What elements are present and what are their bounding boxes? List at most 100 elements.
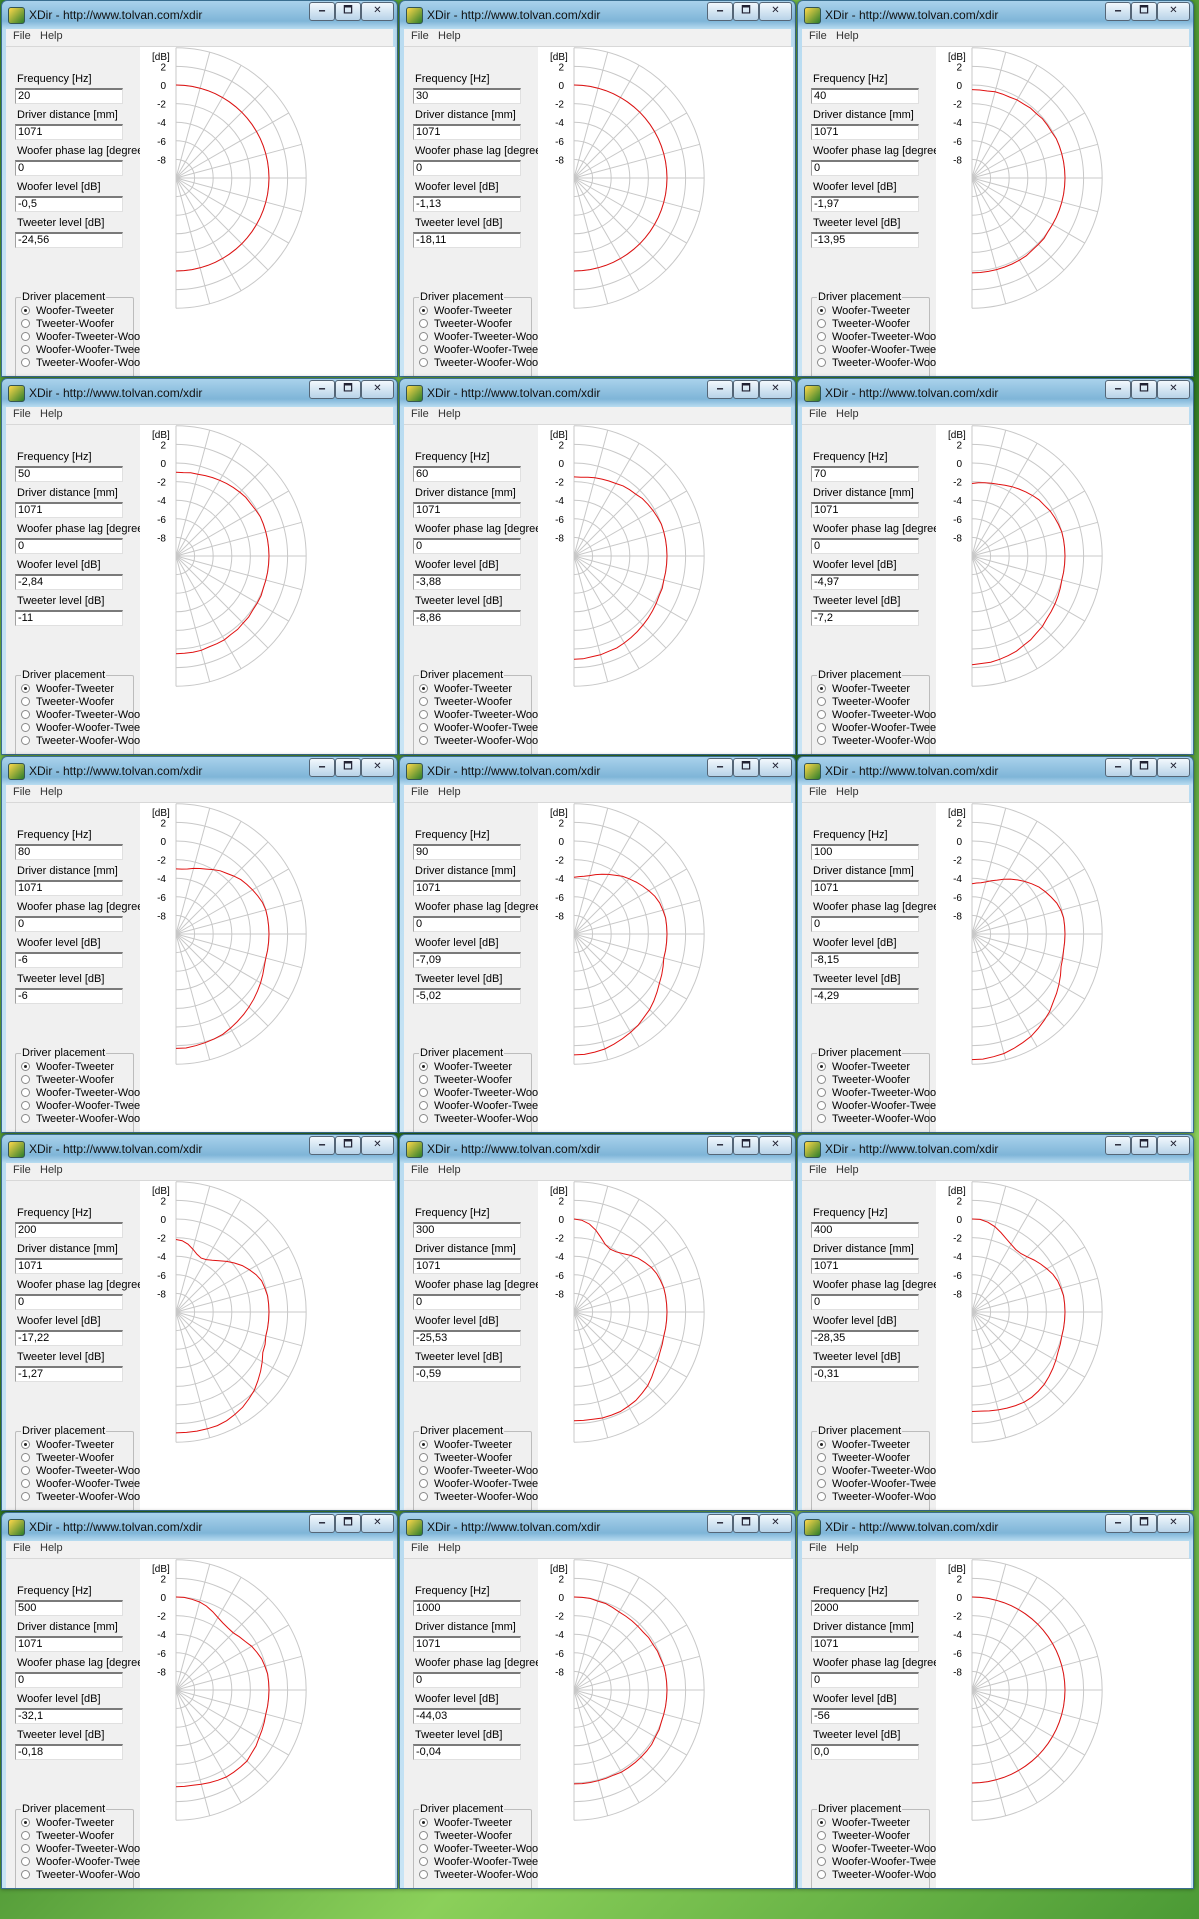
menu-file[interactable]: File: [411, 1164, 429, 1176]
close-button[interactable]: ✕: [361, 380, 394, 399]
driver-distance-field[interactable]: 1071: [413, 124, 521, 140]
tweeter-level-field[interactable]: -8,86: [413, 610, 521, 626]
radio-button[interactable]: [21, 1818, 30, 1827]
xdir-window[interactable]: XDir - http://www.tolvan.com/xdir 🗕 🗖 ✕ File…: [399, 756, 796, 1133]
title-bar[interactable]: XDir - http://www.tolvan.com/xdir 🗕 🗖 ✕: [400, 379, 795, 407]
radio-button[interactable]: [419, 1440, 428, 1449]
close-button[interactable]: ✕: [759, 758, 792, 777]
menu-file[interactable]: File: [13, 786, 31, 798]
menu-help[interactable]: Help: [438, 408, 461, 420]
minimize-button[interactable]: 🗕: [309, 758, 335, 777]
radio-button[interactable]: [21, 1075, 30, 1084]
title-bar[interactable]: XDir - http://www.tolvan.com/xdir 🗕 🗖 ✕: [2, 757, 397, 785]
woofer-level-field[interactable]: -8,15: [811, 952, 919, 968]
xdir-window[interactable]: XDir - http://www.tolvan.com/xdir 🗕 🗖 ✕ File…: [399, 0, 796, 377]
woofer-phase-lag-field[interactable]: 0: [811, 916, 919, 932]
radio-button[interactable]: [817, 1870, 826, 1879]
menu-help[interactable]: Help: [40, 786, 63, 798]
radio-button[interactable]: [419, 1466, 428, 1475]
minimize-button[interactable]: 🗕: [309, 380, 335, 399]
radio-button[interactable]: [419, 345, 428, 354]
close-button[interactable]: ✕: [361, 1514, 394, 1533]
menu-file[interactable]: File: [809, 1542, 827, 1554]
title-bar[interactable]: XDir - http://www.tolvan.com/xdir 🗕 🗖 ✕: [2, 379, 397, 407]
xdir-window[interactable]: XDir - http://www.tolvan.com/xdir 🗕 🗖 ✕ File…: [797, 0, 1194, 377]
woofer-level-field[interactable]: -17,22: [15, 1330, 123, 1346]
title-bar[interactable]: XDir - http://www.tolvan.com/xdir 🗕 🗖 ✕: [798, 1135, 1193, 1163]
xdir-window[interactable]: XDir - http://www.tolvan.com/xdir 🗕 🗖 ✕ File…: [399, 1134, 796, 1511]
tweeter-level-field[interactable]: -4,29: [811, 988, 919, 1004]
driver-distance-field[interactable]: 1071: [811, 124, 919, 140]
radio-button[interactable]: [817, 1479, 826, 1488]
woofer-level-field[interactable]: -0,5: [15, 196, 123, 212]
xdir-app-icon[interactable]: [804, 7, 821, 24]
tweeter-level-field[interactable]: -5,02: [413, 988, 521, 1004]
close-button[interactable]: ✕: [361, 758, 394, 777]
title-bar[interactable]: XDir - http://www.tolvan.com/xdir 🗕 🗖 ✕: [798, 1, 1193, 29]
woofer-level-field[interactable]: -25,53: [413, 1330, 521, 1346]
driver-distance-field[interactable]: 1071: [413, 880, 521, 896]
close-button[interactable]: ✕: [1157, 758, 1190, 777]
title-bar[interactable]: XDir - http://www.tolvan.com/xdir 🗕 🗖 ✕: [798, 1513, 1193, 1541]
radio-button[interactable]: [419, 1870, 428, 1879]
radio-button[interactable]: [419, 736, 428, 745]
maximize-button[interactable]: 🗖: [733, 758, 759, 777]
radio-button[interactable]: [817, 306, 826, 315]
xdir-window[interactable]: XDir - http://www.tolvan.com/xdir 🗕 🗖 ✕ File…: [797, 1134, 1194, 1511]
maximize-button[interactable]: 🗖: [335, 758, 361, 777]
woofer-phase-lag-field[interactable]: 0: [811, 160, 919, 176]
frequency-field[interactable]: 1000: [413, 1600, 521, 1616]
xdir-window[interactable]: XDir - http://www.tolvan.com/xdir 🗕 🗖 ✕ File…: [399, 378, 796, 755]
radio-button[interactable]: [21, 345, 30, 354]
radio-button[interactable]: [817, 1440, 826, 1449]
radio-button[interactable]: [419, 1479, 428, 1488]
xdir-window[interactable]: XDir - http://www.tolvan.com/xdir 🗕 🗖 ✕ File…: [1, 378, 398, 755]
radio-button[interactable]: [419, 1818, 428, 1827]
woofer-level-field[interactable]: -32,1: [15, 1708, 123, 1724]
radio-button[interactable]: [419, 358, 428, 367]
radio-button[interactable]: [419, 1075, 428, 1084]
woofer-level-field[interactable]: -3,88: [413, 574, 521, 590]
frequency-field[interactable]: 500: [15, 1600, 123, 1616]
woofer-phase-lag-field[interactable]: 0: [413, 160, 521, 176]
menu-file[interactable]: File: [411, 786, 429, 798]
menu-file[interactable]: File: [411, 1542, 429, 1554]
maximize-button[interactable]: 🗖: [733, 1136, 759, 1155]
radio-button[interactable]: [419, 1114, 428, 1123]
woofer-level-field[interactable]: -1,97: [811, 196, 919, 212]
xdir-window[interactable]: XDir - http://www.tolvan.com/xdir 🗕 🗖 ✕ File…: [1, 1134, 398, 1511]
maximize-button[interactable]: 🗖: [335, 1136, 361, 1155]
frequency-field[interactable]: 100: [811, 844, 919, 860]
radio-button[interactable]: [21, 1101, 30, 1110]
radio-button[interactable]: [21, 1844, 30, 1853]
radio-button[interactable]: [817, 684, 826, 693]
radio-button[interactable]: [419, 723, 428, 732]
radio-button[interactable]: [21, 710, 30, 719]
tweeter-level-field[interactable]: -7,2: [811, 610, 919, 626]
radio-button[interactable]: [21, 1466, 30, 1475]
menu-file[interactable]: File: [411, 30, 429, 42]
radio-button[interactable]: [817, 697, 826, 706]
driver-distance-field[interactable]: 1071: [15, 1636, 123, 1652]
tweeter-level-field[interactable]: -1,27: [15, 1366, 123, 1382]
menu-help[interactable]: Help: [836, 1164, 859, 1176]
radio-button[interactable]: [419, 697, 428, 706]
driver-distance-field[interactable]: 1071: [413, 1258, 521, 1274]
radio-button[interactable]: [21, 319, 30, 328]
frequency-field[interactable]: 200: [15, 1222, 123, 1238]
radio-button[interactable]: [21, 332, 30, 341]
menu-help[interactable]: Help: [836, 408, 859, 420]
radio-button[interactable]: [817, 345, 826, 354]
radio-button[interactable]: [419, 306, 428, 315]
woofer-phase-lag-field[interactable]: 0: [413, 1672, 521, 1688]
xdir-window[interactable]: XDir - http://www.tolvan.com/xdir 🗕 🗖 ✕ File…: [797, 1512, 1194, 1889]
radio-button[interactable]: [817, 1088, 826, 1097]
menu-help[interactable]: Help: [438, 30, 461, 42]
title-bar[interactable]: XDir - http://www.tolvan.com/xdir 🗕 🗖 ✕: [400, 1135, 795, 1163]
radio-button[interactable]: [419, 710, 428, 719]
tweeter-level-field[interactable]: -0,04: [413, 1744, 521, 1760]
menu-help[interactable]: Help: [438, 786, 461, 798]
radio-button[interactable]: [21, 1831, 30, 1840]
radio-button[interactable]: [817, 1453, 826, 1462]
close-button[interactable]: ✕: [1157, 2, 1190, 21]
